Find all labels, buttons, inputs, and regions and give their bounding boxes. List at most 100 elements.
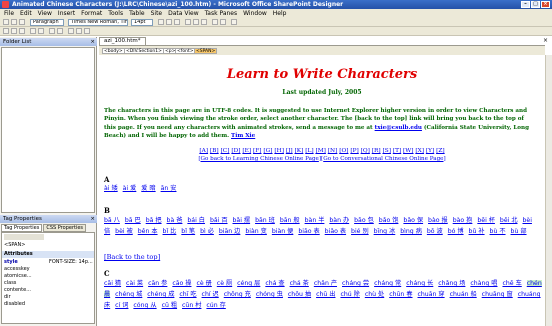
character-link[interactable]: cún 存 (206, 302, 225, 309)
character-link[interactable]: bǎ 把 (146, 217, 162, 224)
character-link[interactable]: bào 报 (428, 217, 448, 224)
menu-format[interactable]: Format (81, 9, 102, 18)
character-link[interactable]: cū 粗 (162, 302, 177, 309)
character-link[interactable]: ài 矮 (104, 185, 118, 192)
character-link[interactable]: chá 茶 (290, 280, 309, 287)
character-link[interactable]: bān 班 (255, 217, 275, 224)
menu-help[interactable]: Help (273, 9, 287, 18)
menu-table[interactable]: Table (129, 9, 145, 18)
character-link[interactable]: bǎi 摆 (233, 217, 251, 224)
tab-css-properties[interactable]: CSS Properties (43, 224, 87, 232)
align-right-icon[interactable] (201, 19, 207, 25)
character-link[interactable]: bà 爸 (167, 217, 183, 224)
maximize-button[interactable]: □ (531, 1, 540, 8)
letter-link[interactable]: [N] (328, 148, 338, 154)
character-link[interactable]: bàn 办 (329, 217, 349, 224)
new-icon[interactable] (3, 19, 9, 25)
app-icon[interactable] (2, 1, 9, 8)
breadcrumb-tag[interactable]: <body> (102, 48, 125, 54)
redo-icon[interactable] (38, 28, 44, 34)
character-link[interactable]: bǐ 比 (163, 228, 177, 235)
font-color-icon[interactable] (231, 19, 237, 25)
character-link[interactable]: bái 白 (187, 217, 205, 224)
character-link[interactable]: bǎo 保 (403, 217, 423, 224)
character-link[interactable]: cháng 长 (406, 280, 433, 287)
font-select[interactable]: Times New Roman, Times (68, 19, 128, 26)
character-link[interactable]: cè 册 (196, 280, 211, 287)
numbering-icon[interactable] (212, 19, 218, 25)
character-link[interactable]: chuán 船 (450, 291, 477, 298)
character-link[interactable]: ān 安 (161, 185, 177, 192)
letter-link[interactable]: [Y] (426, 148, 434, 154)
character-link[interactable]: cháng 尝 (342, 280, 369, 287)
character-link[interactable]: cè 厕 (217, 280, 232, 287)
insert-picture-icon[interactable] (57, 28, 63, 34)
conversational-chinese-link[interactable]: Go to Conversational Chinese Online Page (323, 156, 443, 162)
learning-chinese-link[interactable]: Go back to Learning Chinese Online Page (201, 156, 319, 162)
character-link[interactable]: chéng 成 (147, 291, 174, 298)
character-link[interactable]: biǎo 表 (325, 228, 346, 235)
character-link[interactable]: biàn 变 (245, 228, 267, 235)
letter-link[interactable]: [H] (274, 148, 284, 154)
close-icon[interactable]: × (90, 38, 95, 46)
character-link[interactable]: bó 博 (448, 228, 464, 235)
character-link[interactable]: biàn 便 (272, 228, 294, 235)
menu-file[interactable]: File (4, 9, 14, 18)
character-link[interactable]: cóng 从 (133, 302, 156, 309)
character-link[interactable]: chù 处 (365, 291, 384, 298)
menu-data-view[interactable]: Data View (168, 9, 198, 18)
letter-link[interactable]: [D] (231, 148, 240, 154)
character-link[interactable]: chí 迟 (202, 291, 219, 298)
insert-table-icon[interactable] (49, 28, 55, 34)
attribute-row[interactable]: atomicse... (4, 273, 32, 279)
document-tab[interactable]: azi_100.htm* (99, 37, 146, 45)
character-link[interactable]: bīng 冰 (374, 228, 396, 235)
attribute-row[interactable]: accesskey (4, 266, 30, 272)
letter-link[interactable]: [R] (372, 148, 381, 154)
refresh-icon[interactable] (76, 28, 82, 34)
character-link[interactable]: bǔ 补 (469, 228, 485, 235)
character-link[interactable]: cāi 猜 (104, 280, 121, 287)
character-link[interactable]: chōu 抽 (288, 291, 311, 298)
character-link[interactable]: cháng 常 (374, 280, 401, 287)
character-link[interactable]: bù 部 (511, 228, 527, 235)
character-link[interactable]: cài 菜 (126, 280, 143, 287)
character-link[interactable]: bì 必 (200, 228, 214, 235)
open-icon[interactable] (11, 19, 17, 25)
character-link[interactable]: chōng 充 (224, 291, 251, 298)
character-link[interactable]: bìng 病 (400, 228, 422, 235)
attribute-value[interactable]: FONT-SIZE: 14p... (49, 259, 93, 265)
letter-link[interactable]: [E] (242, 148, 251, 154)
close-document-icon[interactable]: × (543, 37, 548, 44)
character-link[interactable]: cāo 操 (172, 280, 191, 287)
character-link[interactable]: biāo 表 (298, 228, 319, 235)
character-link[interactable]: chàng 唱 (470, 280, 497, 287)
letter-link[interactable]: [K] (295, 148, 304, 154)
italic-icon[interactable] (166, 19, 172, 25)
menu-edit[interactable]: Edit (20, 9, 32, 18)
vertical-scrollbar[interactable] (545, 55, 552, 326)
menu-tools[interactable]: Tools (108, 9, 123, 18)
attribute-row[interactable]: disabled (4, 301, 25, 307)
letter-link[interactable]: [C] (221, 148, 230, 154)
letter-link[interactable]: [M] (315, 148, 325, 154)
character-link[interactable]: chūn 春 (389, 291, 412, 298)
character-link[interactable]: 爱 暗 (141, 185, 155, 192)
tab-tag-properties[interactable]: Tag Properties (1, 224, 43, 232)
attribute-row[interactable]: dir (4, 294, 11, 300)
attribute-row[interactable]: style FONT-SIZE: 14p... (4, 259, 93, 265)
character-link[interactable]: cūn 村 (182, 302, 201, 309)
breadcrumb-tag[interactable]: <DIV.Section1> (124, 48, 164, 54)
letter-link[interactable]: [P] (350, 148, 358, 154)
character-link[interactable]: bèi 被 (115, 228, 133, 235)
save-icon[interactable] (19, 19, 25, 25)
underline-icon[interactable] (174, 19, 180, 25)
character-link[interactable]: bào 抱 (453, 217, 473, 224)
letter-link[interactable]: [J] (286, 148, 293, 154)
character-link[interactable]: chǎn 产 (314, 280, 337, 287)
letter-link[interactable]: [G] (263, 148, 272, 154)
letter-link[interactable]: [Q] (361, 148, 370, 154)
letter-link[interactable]: [A] (199, 148, 208, 154)
menu-window[interactable]: Window (243, 9, 267, 18)
letter-link[interactable]: [S] (382, 148, 391, 154)
